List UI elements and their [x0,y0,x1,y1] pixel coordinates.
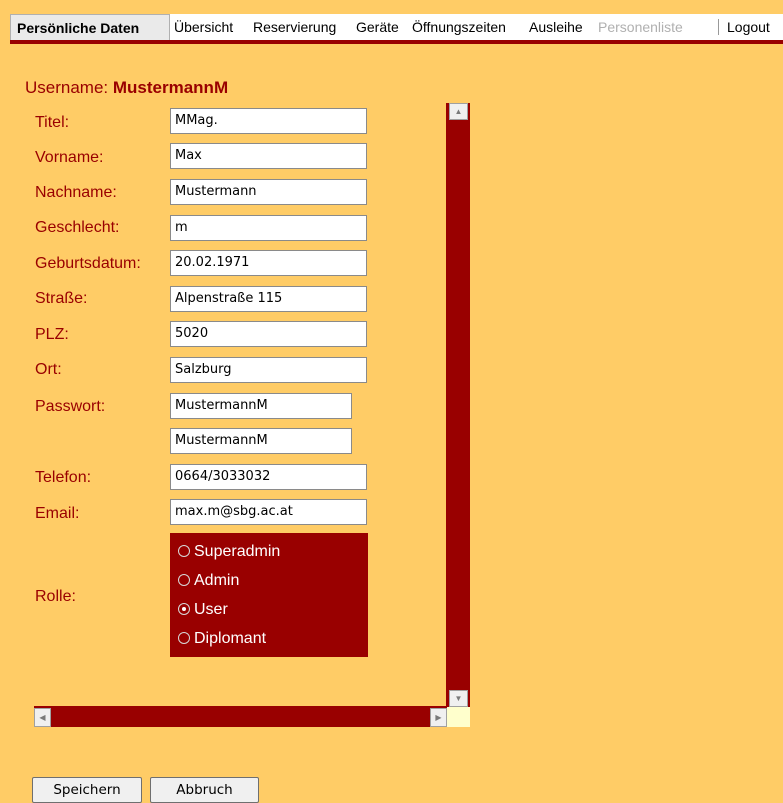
scrollbar-corner [447,707,470,727]
ort-input[interactable]: Salzburg [170,357,367,383]
radio-icon[interactable] [178,545,190,557]
geschlecht-input[interactable]: m [170,215,367,241]
scroll-up-arrow-icon[interactable]: ▲ [449,103,468,120]
logout-link[interactable]: Logout [727,14,770,40]
username-value: MustermannM [112,78,229,97]
role-option-diplomant[interactable]: Diplomant [178,626,266,652]
role-option-label: Superadmin [194,543,281,560]
main-nav: Persönliche Daten Übersicht Reservierung… [10,14,783,44]
nachname-label: Nachname: [35,184,117,201]
geburtsdatum-label: Geburtsdatum: [35,255,141,272]
password-input[interactable]: MustermannM [170,393,352,419]
strasse-label: Straße: [35,290,88,307]
titel-input[interactable]: MMag. [170,108,367,134]
radio-checked-icon[interactable] [178,603,190,615]
vertical-scrollbar[interactable]: ▲ ▼ [446,103,470,707]
plz-input[interactable]: 5020 [170,321,367,347]
tab-persoenliche-daten[interactable]: Persönliche Daten [10,14,170,40]
email-input[interactable]: max.m@sbg.ac.at [170,499,367,525]
ort-label: Ort: [35,361,62,378]
role-option-user[interactable]: User [178,597,228,623]
scroll-down-arrow-icon[interactable]: ▼ [449,690,468,707]
username-label: Username: [25,78,109,97]
nachname-input[interactable]: Mustermann [170,179,367,205]
username-line: Username: MustermannM [25,78,228,98]
role-option-admin[interactable]: Admin [178,568,239,594]
plz-label: PLZ: [35,326,69,343]
rolle-label: Rolle: [35,588,76,605]
radio-icon[interactable] [178,632,190,644]
role-option-superadmin[interactable]: Superadmin [178,539,280,565]
role-option-label: User [194,601,228,618]
role-radio-group: Superadmin Admin User Diplomant [170,533,368,657]
role-option-label: Admin [194,572,240,589]
passwort-label: Passwort: [35,398,106,415]
tab-geraete[interactable]: Geräte [356,14,399,40]
cancel-button[interactable]: Abbruch [150,777,259,803]
strasse-input[interactable]: Alpenstraße 115 [170,286,367,312]
role-option-label: Diplomant [194,630,267,647]
radio-icon[interactable] [178,574,190,586]
geschlecht-label: Geschlecht: [35,219,120,236]
tab-personenliste: Personenliste [598,19,683,35]
vorname-label: Vorname: [35,149,104,166]
geburtsdatum-input[interactable]: 20.02.1971 [170,250,367,276]
tab-oeffnungszeiten[interactable]: Öffnungszeiten [412,14,506,40]
tab-divider [718,19,719,35]
tab-uebersicht[interactable]: Übersicht [174,14,233,40]
telefon-input[interactable]: 0664/3033032 [170,464,367,490]
tab-ausleihe[interactable]: Ausleihe [529,14,583,40]
password-confirm-input[interactable]: MustermannM [170,428,352,454]
save-button[interactable]: Speichern [32,777,142,803]
telefon-label: Telefon: [35,469,92,486]
vorname-input[interactable]: Max [170,143,367,169]
scroll-right-arrow-icon[interactable]: ▶ [430,708,447,727]
titel-label: Titel: [35,114,70,131]
tab-reservierung[interactable]: Reservierung [253,14,336,40]
email-label: Email: [35,505,80,522]
scroll-left-arrow-icon[interactable]: ◀ [34,708,51,727]
horizontal-scrollbar[interactable]: ◀ ▶ [34,706,447,727]
